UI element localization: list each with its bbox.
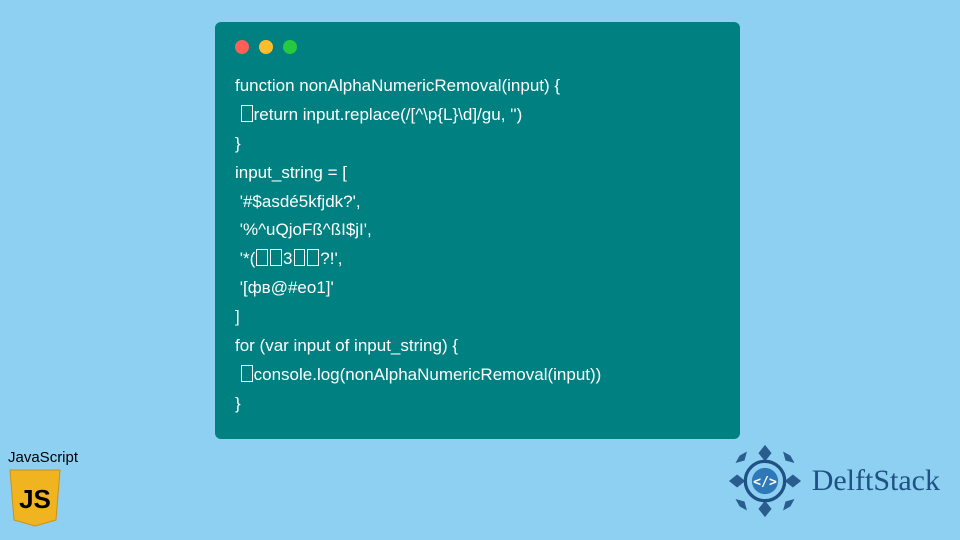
minimize-icon xyxy=(259,40,273,54)
javascript-shield-icon: JS xyxy=(8,468,62,528)
brand-logo-icon: </> xyxy=(724,440,806,522)
javascript-badge: JavaScript JS xyxy=(8,449,78,528)
window-controls xyxy=(235,40,720,54)
svg-text:JS: JS xyxy=(19,484,51,514)
javascript-label: JavaScript xyxy=(8,449,78,466)
close-icon xyxy=(235,40,249,54)
brand-area: </> DelftStack xyxy=(724,440,940,522)
code-block: function nonAlphaNumericRemoval(input) {… xyxy=(215,22,740,439)
code-content: function nonAlphaNumericRemoval(input) {… xyxy=(235,72,720,419)
svg-text:</>: </> xyxy=(753,475,777,490)
brand-name: DelftStack xyxy=(812,464,940,498)
maximize-icon xyxy=(283,40,297,54)
